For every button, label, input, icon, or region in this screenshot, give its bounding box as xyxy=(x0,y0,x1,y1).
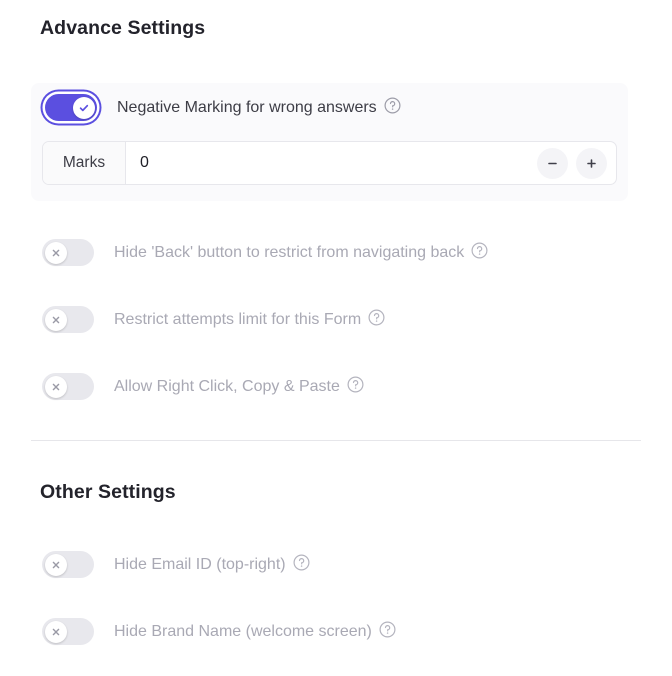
toggle-knob xyxy=(44,375,67,398)
toggle-knob xyxy=(44,308,67,331)
marks-input[interactable] xyxy=(126,142,537,184)
help-circle-icon[interactable] xyxy=(368,308,385,331)
setting-row-hide-back-button: Hide 'Back' button to restrict from navi… xyxy=(42,239,488,266)
help-circle-icon[interactable] xyxy=(293,553,310,576)
toggle-knob xyxy=(44,553,67,576)
negative-marking-label: Negative Marking for wrong answers xyxy=(117,98,377,116)
allow-right-click-toggle[interactable] xyxy=(42,373,94,400)
hide-brand-name-toggle[interactable] xyxy=(42,618,94,645)
advance-settings-panel: Advance Settings Negative Marking for wr… xyxy=(0,0,672,676)
other-settings-heading: Other Settings xyxy=(40,481,176,503)
marks-increment-button[interactable] xyxy=(576,147,607,179)
advance-settings-heading: Advance Settings xyxy=(40,17,206,39)
toggle-knob xyxy=(72,96,95,119)
negative-marking-row: Negative Marking for wrong answers xyxy=(42,94,401,121)
setting-row-allow-right-click: Allow Right Click, Copy & Paste xyxy=(42,373,364,400)
help-circle-icon[interactable] xyxy=(471,241,488,264)
hide-email-id-toggle[interactable] xyxy=(42,551,94,578)
toggle-knob xyxy=(44,241,67,264)
help-circle-icon[interactable] xyxy=(384,96,401,119)
setting-row-restrict-attempts: Restrict attempts limit for this Form xyxy=(42,306,385,333)
hide-email-id-label: Hide Email ID (top-right) xyxy=(114,555,286,573)
marks-prefix-label: Marks xyxy=(43,142,126,184)
restrict-attempts-toggle[interactable] xyxy=(42,306,94,333)
negative-marking-toggle[interactable] xyxy=(45,94,97,121)
allow-right-click-label: Allow Right Click, Copy & Paste xyxy=(114,377,340,395)
negative-marking-card: Negative Marking for wrong answers Marks xyxy=(31,83,628,201)
help-circle-icon[interactable] xyxy=(379,620,396,643)
setting-row-hide-brand-name: Hide Brand Name (welcome screen) xyxy=(42,618,396,645)
marks-stepper-field: Marks xyxy=(42,141,617,185)
setting-row-hide-email-id: Hide Email ID (top-right) xyxy=(42,551,310,578)
hide-back-button-label: Hide 'Back' button to restrict from navi… xyxy=(114,243,465,261)
restrict-attempts-label: Restrict attempts limit for this Form xyxy=(114,310,362,328)
toggle-knob xyxy=(44,620,67,643)
help-circle-icon[interactable] xyxy=(347,375,364,398)
hide-brand-name-label: Hide Brand Name (welcome screen) xyxy=(114,622,372,640)
marks-decrement-button[interactable] xyxy=(537,147,568,179)
section-divider xyxy=(31,440,641,441)
hide-back-button-toggle[interactable] xyxy=(42,239,94,266)
